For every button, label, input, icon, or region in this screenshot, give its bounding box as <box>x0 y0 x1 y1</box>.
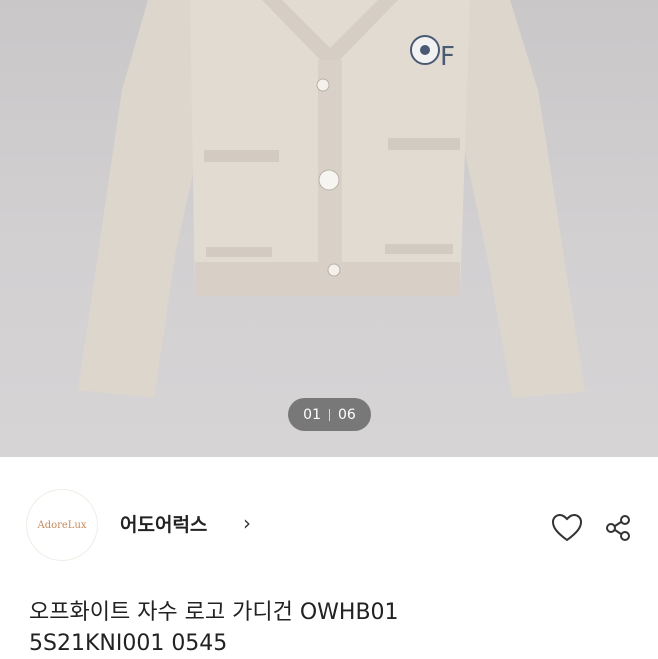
image-counter-current: 01 <box>303 406 321 423</box>
cardigan-product-image: F <box>78 0 585 398</box>
counter-divider <box>329 408 330 421</box>
seller-name-link[interactable]: 어도어럭스 <box>120 510 207 537</box>
heart-icon[interactable] <box>551 513 583 543</box>
image-counter: 01 06 <box>288 398 371 431</box>
image-counter-total: 06 <box>338 406 356 423</box>
chevron-right-icon[interactable]: › <box>243 511 251 535</box>
svg-text:F: F <box>440 42 455 72</box>
seller-logo-text: AdoreLux <box>37 519 87 531</box>
seller-logo[interactable]: AdoreLux <box>26 489 98 561</box>
share-icon[interactable] <box>603 513 633 543</box>
product-title: 오프화이트 자수 로고 가디건 OWHB01 5S21KNI001 0545 <box>29 600 399 656</box>
product-image-carousel[interactable]: F 01 06 <box>0 0 658 457</box>
